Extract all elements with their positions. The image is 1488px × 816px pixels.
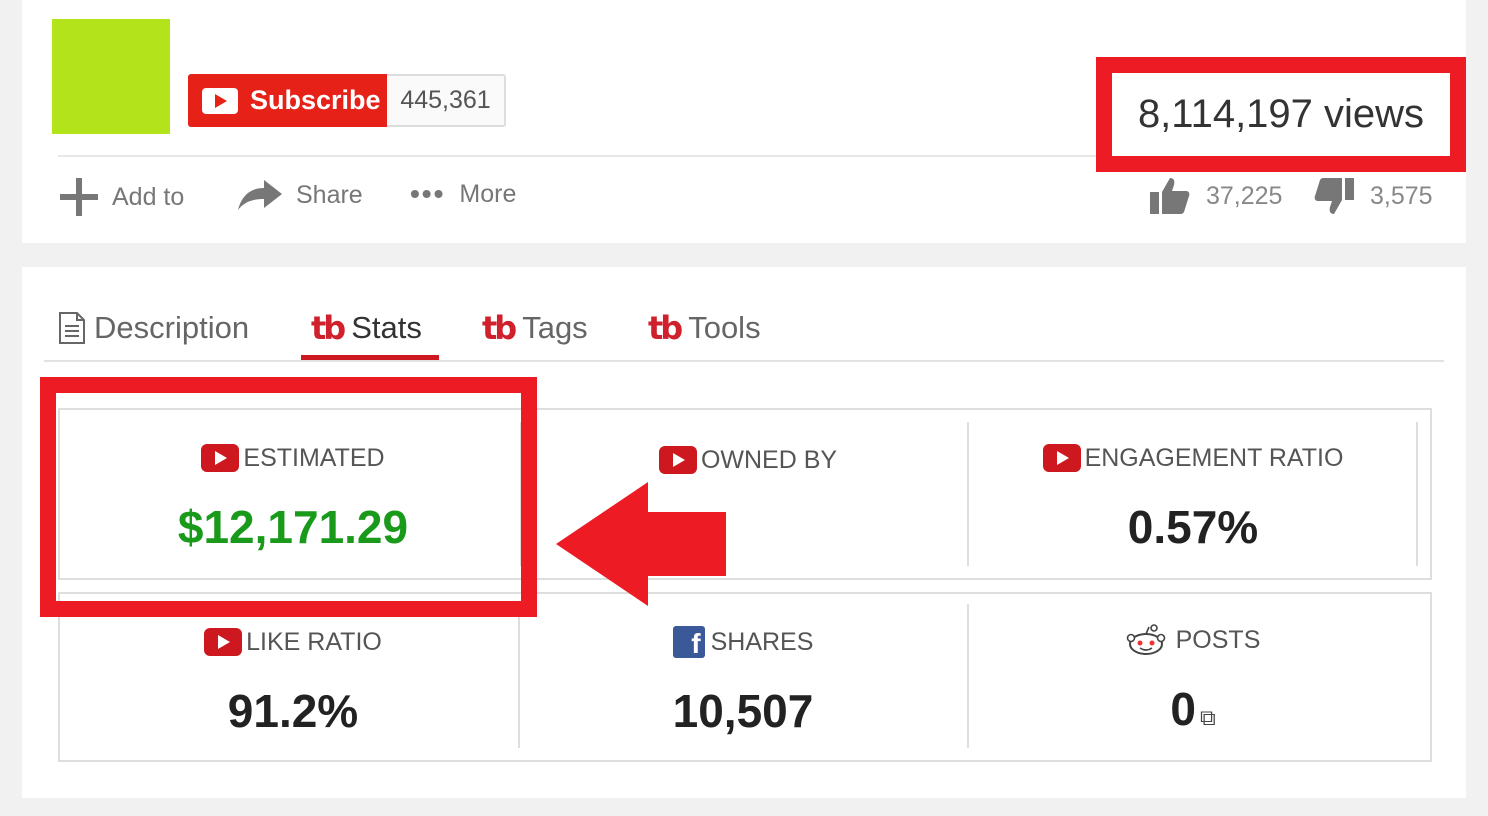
stat-label: OWNED BY: [700, 445, 838, 474]
subscribe-label: Subscribe: [250, 85, 381, 115]
subscriber-count: 445,361: [387, 74, 506, 127]
youtube-icon: [202, 87, 238, 114]
stat-value: 91.2%: [227, 685, 359, 737]
stat-shares: f SHARES 10,507: [518, 622, 968, 738]
tab-stats[interactable]: tb Stats: [311, 296, 422, 360]
stat-value-wrap: 0 ⧉: [968, 682, 1418, 736]
views-highlight-box: 8,114,197 views: [1096, 57, 1466, 172]
tab-bar: Description tb Stats tb Tags tb Tools: [44, 296, 1444, 362]
facebook-icon: f: [672, 626, 705, 658]
youtube-icon: [204, 628, 243, 656]
tab-description[interactable]: Description: [58, 296, 249, 360]
more-button[interactable]: ••• More: [410, 178, 516, 210]
stat-like-ratio: LIKE RATIO 91.2%: [58, 622, 528, 738]
youtube-icon: [658, 446, 697, 474]
like-count: 37,225: [1206, 181, 1283, 210]
stat-engagement-ratio: ENGAGEMENT RATIO 0.57%: [968, 438, 1418, 554]
stat-label: SHARES: [710, 627, 814, 656]
plus-icon: [60, 178, 98, 216]
stat-label: POSTS: [1175, 625, 1261, 654]
more-dots-icon: •••: [410, 178, 446, 209]
stat-value: 0: [1170, 683, 1196, 735]
add-to-label: Add to: [112, 182, 185, 211]
tubebuddy-icon: tb: [482, 309, 517, 347]
stat-posts: POSTS 0 ⧉: [968, 620, 1418, 736]
view-count: 8,114,197 views: [1137, 92, 1425, 136]
reddit-icon: [1126, 624, 1165, 655]
like-button[interactable]: 37,225: [1150, 176, 1282, 216]
external-link-icon[interactable]: ⧉: [1200, 705, 1216, 730]
subscribe-widget: Subscribe 445,361: [188, 74, 506, 127]
pointer-arrow-icon: [556, 482, 726, 606]
tab-stats-label: Stats: [351, 310, 422, 345]
stat-value: 10,507: [672, 685, 814, 737]
active-tab-indicator: [301, 355, 439, 360]
divider: [58, 155, 1098, 157]
thumbs-down-icon: [1314, 178, 1354, 214]
stat-label: LIKE RATIO: [246, 627, 382, 656]
tab-description-label: Description: [94, 310, 250, 345]
youtube-icon: [1042, 444, 1081, 472]
channel-avatar[interactable]: [52, 19, 170, 134]
tubebuddy-icon: tb: [311, 309, 346, 347]
estimated-highlight-box: [40, 377, 537, 617]
tubebuddy-icon: tb: [648, 309, 683, 347]
share-label: Share: [296, 180, 363, 209]
thumbs-up-icon: [1150, 178, 1190, 214]
subscribe-button[interactable]: Subscribe: [188, 74, 387, 127]
tab-tools[interactable]: tb Tools: [648, 296, 761, 360]
stat-value: 0.57%: [1127, 501, 1259, 553]
add-to-button[interactable]: Add to: [60, 178, 184, 216]
dislike-button[interactable]: 3,575: [1314, 176, 1433, 216]
stat-label: ENGAGEMENT RATIO: [1084, 443, 1344, 472]
share-button[interactable]: Share: [238, 178, 363, 212]
more-label: More: [459, 179, 517, 208]
tab-tags-label: Tags: [522, 310, 588, 345]
tab-tools-label: Tools: [688, 310, 761, 345]
dislike-count: 3,575: [1370, 181, 1433, 210]
share-arrow-icon: [238, 178, 282, 212]
tab-tags[interactable]: tb Tags: [482, 296, 588, 360]
document-icon: [59, 312, 85, 344]
